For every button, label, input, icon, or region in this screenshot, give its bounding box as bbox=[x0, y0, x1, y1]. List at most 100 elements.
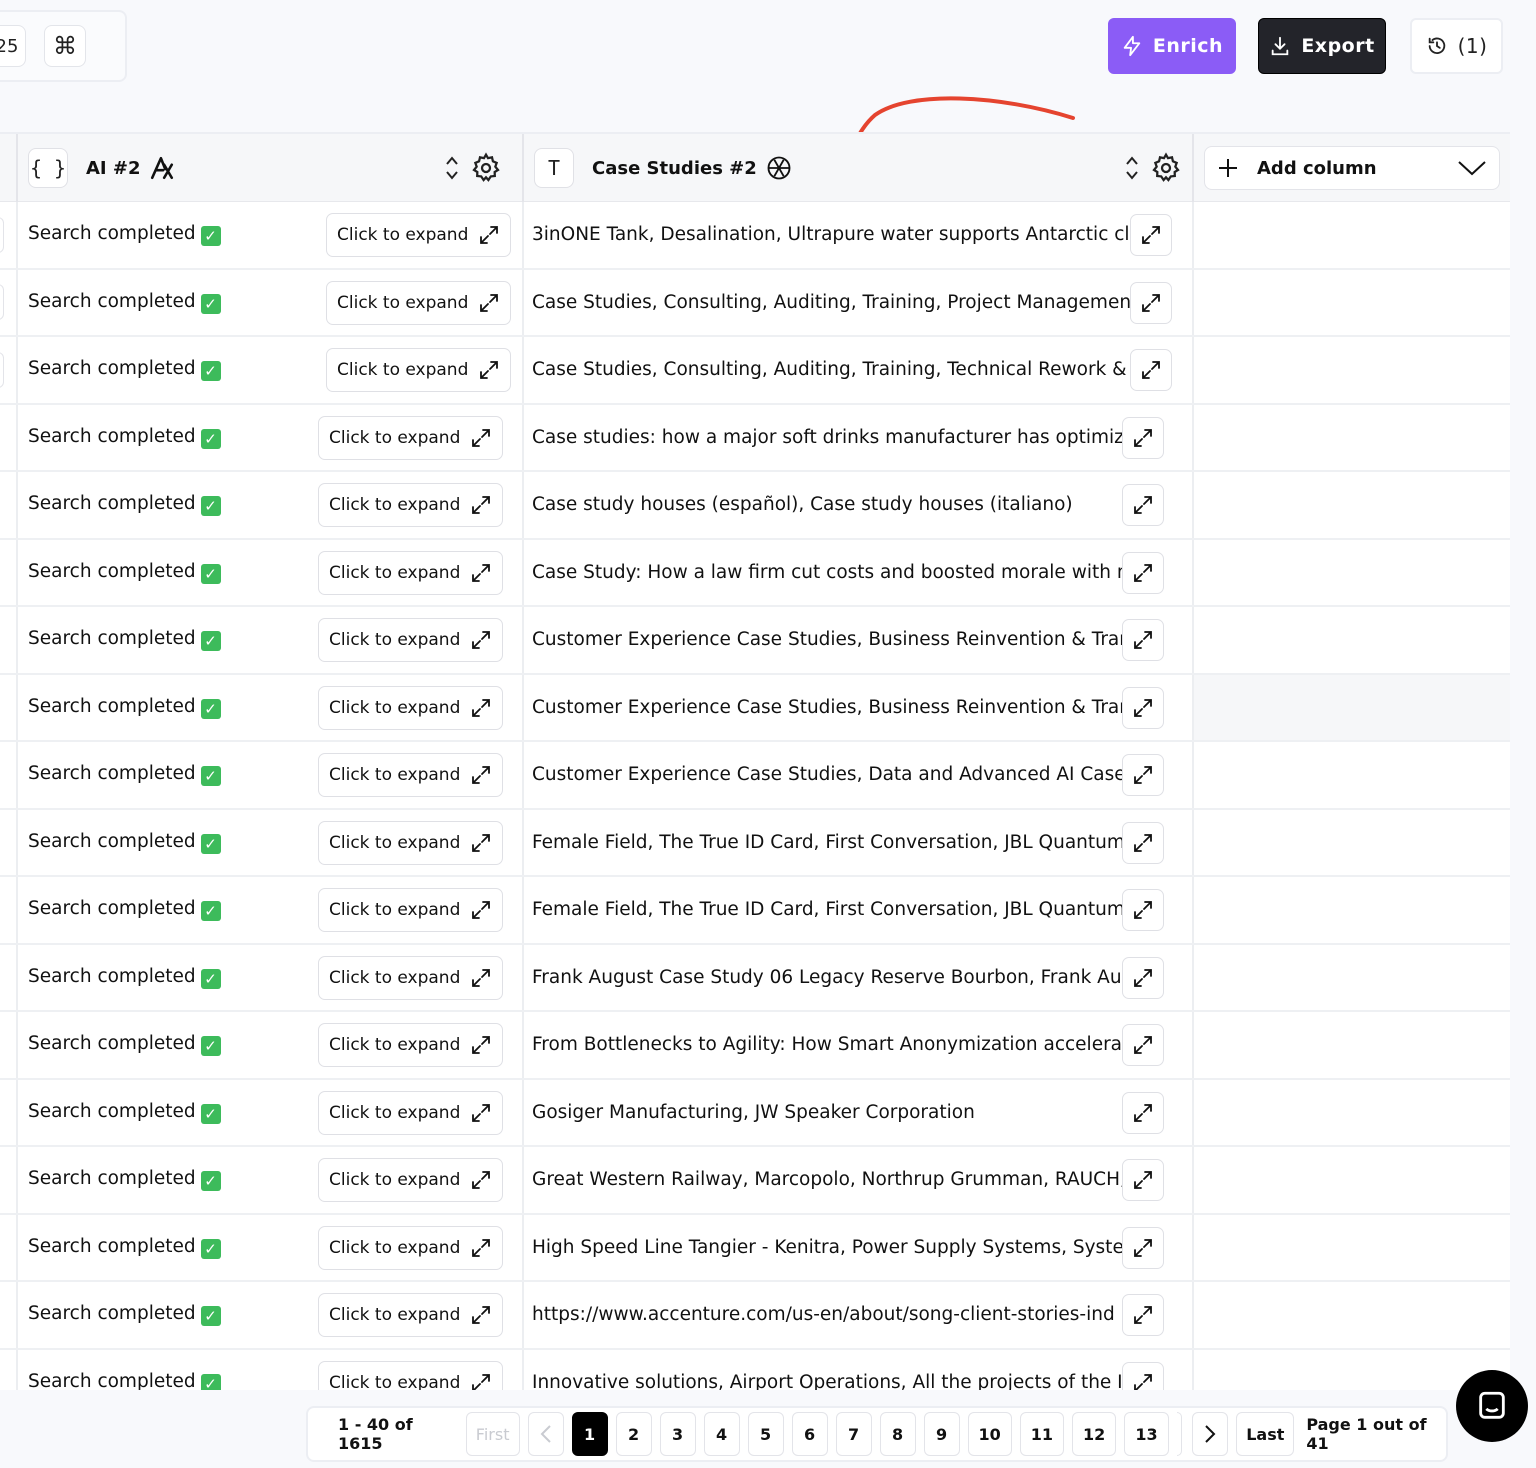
ai-cell[interactable]: Search completed ✓ Click to expand bbox=[16, 1079, 522, 1145]
case-studies-cell[interactable]: Female Field, The True ID Card, First Co… bbox=[522, 877, 1192, 943]
empty-cell[interactable] bbox=[1192, 269, 1510, 335]
expand-cell-button[interactable] bbox=[1122, 889, 1164, 931]
ai-cell[interactable]: Search completed ✓ Click to expand bbox=[16, 1349, 522, 1390]
page-button[interactable]: 4 bbox=[703, 1412, 740, 1456]
column-header-case-studies[interactable]: T Case Studies #2 bbox=[522, 134, 1192, 202]
expand-cell-button[interactable] bbox=[1130, 214, 1172, 256]
command-key[interactable]: ⌘ bbox=[44, 25, 86, 67]
empty-cell[interactable] bbox=[1192, 1147, 1510, 1213]
ai-cell[interactable]: Search completed ✓ Click to expand bbox=[16, 404, 522, 470]
export-button[interactable]: Export bbox=[1258, 18, 1386, 74]
page-button[interactable]: 2 bbox=[615, 1412, 652, 1456]
expand-cell-button[interactable] bbox=[1122, 686, 1164, 729]
expand-cell-button[interactable] bbox=[1122, 551, 1164, 594]
expand-cell-button[interactable] bbox=[1130, 281, 1172, 324]
ai-cell[interactable]: Search completed ✓ Click to expand bbox=[16, 607, 522, 673]
page-button[interactable]: 5 bbox=[747, 1412, 784, 1456]
expand-cell-button[interactable] bbox=[1122, 1024, 1164, 1066]
case-studies-cell[interactable]: Case Study: How a law firm cut costs and… bbox=[522, 539, 1192, 605]
ai-cell[interactable]: Search completed ✓ Click to expand bbox=[16, 1147, 522, 1213]
expand-button[interactable]: Click to expand bbox=[318, 955, 504, 1000]
expand-button[interactable]: Click to expand bbox=[318, 618, 504, 662]
empty-cell[interactable] bbox=[1192, 877, 1510, 943]
expand-cell-button[interactable] bbox=[1122, 1294, 1164, 1336]
ai-cell[interactable]: Search completed ✓ Click to expand bbox=[16, 337, 522, 403]
page-button[interactable]: 8 bbox=[879, 1412, 916, 1456]
expand-button[interactable]: Click to expand bbox=[318, 685, 504, 730]
empty-cell[interactable] bbox=[1192, 674, 1510, 740]
page-button[interactable]: 3 bbox=[659, 1412, 696, 1456]
expand-cell-button[interactable] bbox=[1122, 1091, 1164, 1134]
column-header-ai[interactable]: { } AI #2 bbox=[16, 134, 512, 202]
expand-button[interactable]: Click to expand bbox=[318, 483, 504, 527]
shortcut-number-key[interactable]: 25 bbox=[0, 25, 26, 67]
expand-cell-button[interactable] bbox=[1122, 416, 1164, 459]
empty-cell[interactable] bbox=[1192, 1012, 1510, 1078]
expand-cell-button[interactable] bbox=[1122, 956, 1164, 999]
case-studies-cell[interactable]: Case Studies, Consulting, Auditing, Trai… bbox=[522, 269, 1192, 335]
ai-cell[interactable]: Search completed ✓ Click to expand bbox=[16, 1282, 522, 1348]
case-studies-cell[interactable]: High Speed Line Tangier - Kenitra, Power… bbox=[522, 1214, 1192, 1280]
expand-cell-button[interactable] bbox=[1122, 821, 1164, 864]
ai-cell[interactable]: Search completed ✓ Click to expand bbox=[16, 944, 522, 1010]
expand-button[interactable]: Click to expand bbox=[318, 820, 504, 865]
next-page-button[interactable] bbox=[1192, 1412, 1229, 1456]
expand-button[interactable]: Click to expand bbox=[318, 888, 504, 932]
sort-icon[interactable] bbox=[1124, 155, 1140, 181]
empty-cell[interactable] bbox=[1192, 1214, 1510, 1280]
empty-cell[interactable] bbox=[1192, 809, 1510, 875]
empty-cell[interactable] bbox=[1192, 404, 1510, 470]
case-studies-cell[interactable]: Great Western Railway, Marcopolo, Northr… bbox=[522, 1147, 1192, 1213]
expand-cell-button[interactable] bbox=[1122, 754, 1164, 796]
empty-cell[interactable] bbox=[1192, 1282, 1510, 1348]
case-studies-cell[interactable]: Customer Experience Case Studies, Busine… bbox=[522, 607, 1192, 673]
expand-cell-button[interactable] bbox=[1122, 1226, 1164, 1269]
page-button[interactable]: 7 bbox=[835, 1412, 872, 1456]
expand-button[interactable]: Click to expand bbox=[326, 280, 512, 325]
expand-button[interactable]: Click to expand bbox=[318, 1360, 504, 1390]
case-studies-cell[interactable]: From Bottlenecks to Agility: How Smart A… bbox=[522, 1012, 1192, 1078]
sort-icon[interactable] bbox=[444, 155, 460, 181]
case-studies-cell[interactable]: Customer Experience Case Studies, Data a… bbox=[522, 742, 1192, 808]
expand-button[interactable]: Click to expand bbox=[326, 348, 512, 392]
expand-cell-button[interactable] bbox=[1122, 484, 1164, 526]
page-button[interactable]: 1 bbox=[571, 1412, 608, 1456]
empty-cell[interactable] bbox=[1192, 472, 1510, 538]
expand-button[interactable]: Click to expand bbox=[318, 1158, 504, 1202]
ai-cell[interactable]: Search completed ✓ Click to expand bbox=[16, 1012, 522, 1078]
expand-button[interactable]: Click to expand bbox=[318, 1090, 504, 1135]
case-studies-cell[interactable]: Gosiger Manufacturing, JW Speaker Corpor… bbox=[522, 1079, 1192, 1145]
expand-cell-button[interactable] bbox=[1122, 1361, 1164, 1390]
ai-cell[interactable]: Search completed ✓ Click to expand bbox=[16, 202, 522, 268]
history-button[interactable]: (1) bbox=[1410, 18, 1503, 74]
case-studies-cell[interactable]: Customer Experience Case Studies, Busine… bbox=[522, 674, 1192, 740]
page-button[interactable]: 12 bbox=[1072, 1412, 1117, 1456]
empty-cell[interactable] bbox=[1192, 337, 1510, 403]
ai-cell[interactable]: Search completed ✓ Click to expand bbox=[16, 539, 522, 605]
expand-button[interactable]: Click to expand bbox=[318, 1225, 504, 1270]
empty-cell[interactable] bbox=[1192, 202, 1510, 268]
expand-cell-button[interactable] bbox=[1122, 1159, 1164, 1201]
gear-icon[interactable] bbox=[470, 152, 502, 184]
prev-page-button[interactable] bbox=[527, 1412, 564, 1456]
empty-cell[interactable] bbox=[1192, 607, 1510, 673]
ai-cell[interactable]: Search completed ✓ Click to expand bbox=[16, 742, 522, 808]
page-button[interactable]: 13 bbox=[1124, 1412, 1169, 1456]
ai-cell[interactable]: Search completed ✓ Click to expand bbox=[16, 674, 522, 740]
add-column-button[interactable]: Add column bbox=[1204, 146, 1500, 190]
empty-cell[interactable] bbox=[1192, 539, 1510, 605]
case-studies-cell[interactable]: Case studies: how a major soft drinks ma… bbox=[522, 404, 1192, 470]
expand-button[interactable]: Click to expand bbox=[326, 213, 512, 257]
ai-cell[interactable]: Search completed ✓ Click to expand bbox=[16, 809, 522, 875]
page-button[interactable]: 11 bbox=[1019, 1412, 1065, 1456]
enrich-button[interactable]: Enrich bbox=[1108, 18, 1236, 74]
case-studies-cell[interactable]: Innovative solutions, Airport Operations… bbox=[522, 1349, 1192, 1390]
expand-button[interactable]: Click to expand bbox=[318, 753, 504, 797]
ai-cell[interactable]: Search completed ✓ Click to expand bbox=[16, 269, 522, 335]
empty-cell[interactable] bbox=[1192, 944, 1510, 1010]
empty-cell[interactable] bbox=[1192, 1079, 1510, 1145]
ai-cell[interactable]: Search completed ✓ Click to expand bbox=[16, 1214, 522, 1280]
page-button[interactable]: 10 bbox=[967, 1412, 1012, 1456]
ai-cell[interactable]: Search completed ✓ Click to expand bbox=[16, 877, 522, 943]
first-page-button[interactable]: First bbox=[465, 1412, 520, 1456]
